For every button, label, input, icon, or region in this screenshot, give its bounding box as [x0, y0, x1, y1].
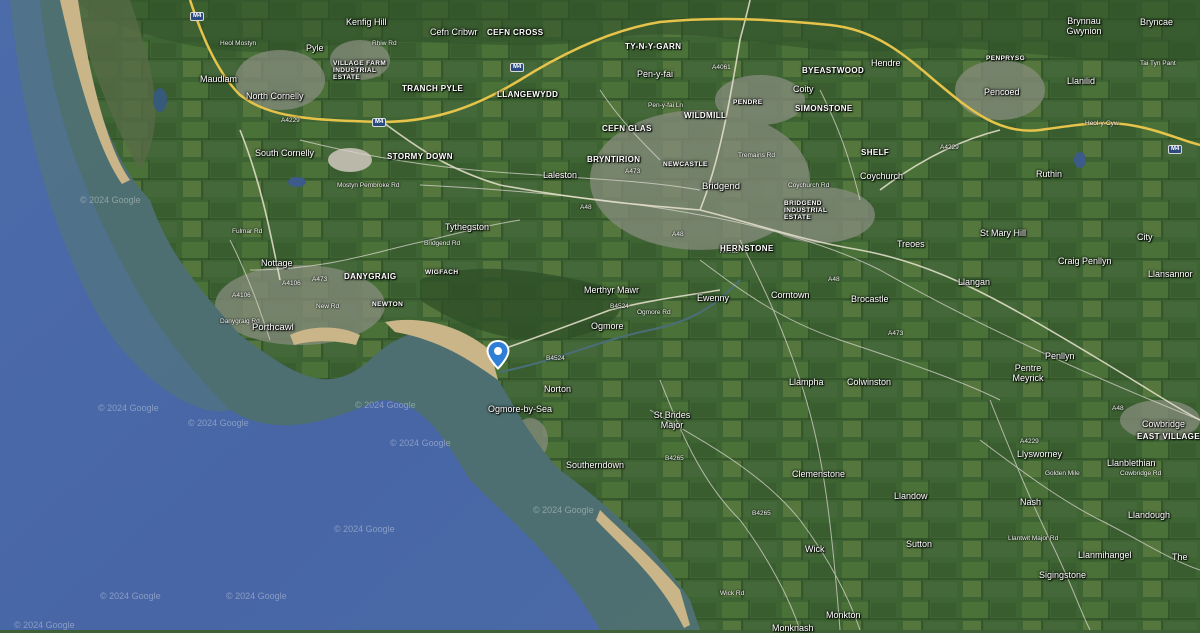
road-shield-m4: M4	[1168, 145, 1183, 154]
road-label: New Rd	[316, 303, 340, 310]
road-label: Heol-y-Cyw	[1085, 120, 1119, 127]
road-label: A4229	[281, 117, 300, 124]
road-label: Heol Mostyn	[220, 40, 257, 47]
road-label: A4106	[282, 280, 301, 287]
map-watermark: © 2024 Google	[390, 438, 451, 448]
road-label: Tremains Rd	[738, 152, 775, 159]
road-label: B4524	[546, 355, 565, 362]
road-label: A4229	[1020, 438, 1039, 445]
map-watermark: © 2024 Google	[334, 524, 395, 534]
road-label: Ogmore Rd	[637, 309, 671, 316]
road-label: Mostyn Pembroke Rd	[337, 182, 400, 189]
road-label: A48	[1112, 405, 1124, 412]
road-label: A48	[672, 231, 684, 238]
road-label: Tai Tyn Pant	[1140, 60, 1176, 67]
map-watermark: © 2024 Google	[80, 195, 141, 205]
road-label: B4265	[752, 510, 771, 517]
road-shield-m4: M4	[372, 118, 387, 127]
road-label: B4265	[665, 455, 684, 462]
road-label: A473	[888, 330, 904, 337]
road-label: Golden Mile	[1045, 470, 1080, 477]
road-label: A4061	[712, 64, 731, 71]
road-label: A4063	[720, 248, 739, 255]
road-label: A473	[312, 276, 328, 283]
road-label: A48	[580, 204, 592, 211]
road-label: Wick Rd	[720, 590, 745, 597]
road-label: Fulmar Rd	[232, 228, 263, 235]
location-pin-icon[interactable]	[486, 340, 510, 370]
map-watermark: © 2024 Google	[188, 418, 249, 428]
map-watermark: © 2024 Google	[226, 591, 287, 601]
road-shield-m4: M4	[510, 63, 525, 72]
road-label: Pen-y-fai Ln	[648, 102, 684, 109]
road-label: Bridgend Rd	[424, 240, 461, 247]
road-label: A4229	[940, 144, 959, 151]
map-watermark: © 2024 Google	[533, 505, 594, 515]
road-label: A473	[625, 168, 641, 175]
road-label: A48	[828, 276, 840, 283]
road-label: Llantwit Major Rd	[1008, 535, 1059, 542]
map-watermark: © 2024 Google	[100, 591, 161, 601]
map-watermark: © 2024 Google	[355, 400, 416, 410]
lake	[1074, 152, 1086, 168]
map-watermark: © 2024 Google	[98, 403, 159, 413]
road-label: Coychurch Rd	[788, 182, 830, 189]
lake	[288, 177, 306, 187]
map-watermark: © 2024 Google	[14, 620, 75, 630]
road-label: Rhiw Rd	[372, 40, 397, 47]
road-label: B4524	[610, 303, 629, 310]
road-label: Danygraig Rd	[220, 318, 260, 325]
road-shield-m4: M4	[190, 12, 205, 21]
lake	[153, 88, 167, 112]
road-label: Cowbridge Rd	[1120, 470, 1162, 477]
road-label: A4106	[232, 292, 251, 299]
